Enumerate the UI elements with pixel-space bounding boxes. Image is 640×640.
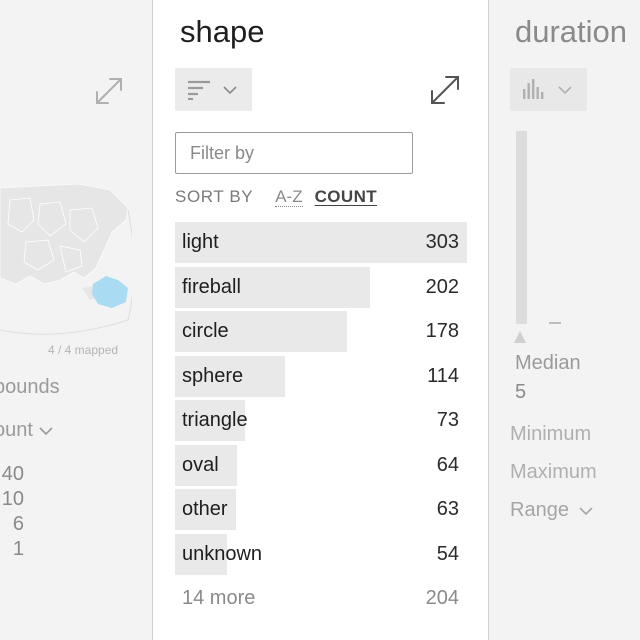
list-item[interactable]: triangle 73: [175, 400, 467, 441]
sort-count-button[interactable]: COUNT: [315, 187, 377, 207]
chevron-down-icon: [223, 86, 237, 95]
item-label: fireball: [182, 275, 241, 298]
range-slider-track[interactable]: [516, 131, 527, 324]
item-label: circle: [182, 320, 229, 342]
list-item[interactable]: light 303: [175, 222, 467, 263]
chevron-down-icon: [39, 426, 53, 435]
more-items-button[interactable]: 14 more 204: [175, 587, 467, 613]
sort-controls: SORT BY A-Z COUNT: [175, 187, 377, 207]
list-item[interactable]: oval 64: [175, 444, 467, 486]
chart-type-button[interactable]: [510, 68, 587, 111]
median-label: Median: [515, 352, 581, 374]
item-label: oval: [182, 453, 219, 476]
item-count: 63: [436, 498, 459, 520]
expand-icon[interactable]: [429, 74, 461, 106]
list-item[interactable]: circle 178: [175, 311, 467, 352]
item-label: triangle: [182, 409, 248, 431]
sort-menu-button[interactable]: [175, 68, 252, 111]
chevron-down-icon: [558, 86, 572, 95]
shape-panel: shape SORT BY A-Z COUNT light 303 fireball…: [152, 0, 489, 640]
item-label: sphere: [182, 364, 244, 387]
expand-icon[interactable]: [94, 76, 124, 106]
bounds-text: bounds: [0, 376, 60, 398]
item-count: 114: [427, 364, 459, 387]
list-item[interactable]: unknown 54: [175, 533, 467, 575]
item-count: 303: [425, 231, 459, 253]
legend-value: 10: [1, 488, 24, 510]
map-panel: 4 / 4 mapped bounds ount 40 10 6 1: [0, 0, 152, 640]
range-label: Range: [510, 499, 569, 521]
median-value: 5: [515, 381, 527, 403]
slider-handle[interactable]: [514, 331, 526, 343]
australia-region[interactable]: [92, 276, 128, 308]
filter-input[interactable]: [175, 132, 413, 174]
histogram-icon: [523, 79, 544, 99]
world-map[interactable]: [0, 180, 132, 355]
item-count: 178: [425, 320, 459, 342]
legend-value: 6: [12, 513, 24, 535]
more-label: 14 more: [182, 587, 256, 609]
more-count: 204: [425, 587, 459, 609]
legend-values: 40 10 6 1: [2, 462, 24, 562]
slider-tick: [549, 322, 561, 324]
panel-title: duration: [515, 14, 628, 49]
sort-az-button[interactable]: A-Z: [275, 187, 303, 207]
sort-lines-icon: [188, 80, 210, 100]
minimum-label: Minimum: [510, 423, 592, 445]
shape-list: light 303 fireball 202 circle 178 sphere 114 tri…: [175, 222, 467, 578]
item-label: other: [182, 498, 228, 520]
count-select[interactable]: ount: [0, 419, 53, 442]
count-select-label: ount: [0, 419, 33, 441]
item-count: 64: [436, 453, 459, 476]
list-item[interactable]: sphere 114: [175, 355, 467, 397]
item-count: 73: [436, 409, 459, 431]
sort-by-label: SORT BY: [175, 187, 254, 206]
duration-panel: duration Median 5 Minimum Maximum Range: [489, 0, 640, 640]
item-count: 54: [436, 542, 459, 565]
maximum-label: Maximum: [510, 461, 597, 483]
item-label: unknown: [182, 542, 263, 565]
item-count: 202: [425, 275, 459, 298]
chevron-down-icon: [579, 506, 593, 515]
legend-value: 40: [1, 463, 24, 485]
legend-value: 1: [12, 538, 24, 560]
list-item[interactable]: other 63: [175, 489, 467, 530]
map-caption: 4 / 4 mapped: [48, 343, 119, 357]
item-label: light: [182, 231, 219, 253]
bounds-link[interactable]: bounds: [0, 376, 60, 399]
panel-title: shape: [180, 14, 265, 49]
list-item[interactable]: fireball 202: [175, 266, 467, 308]
range-select[interactable]: Range: [510, 499, 593, 522]
